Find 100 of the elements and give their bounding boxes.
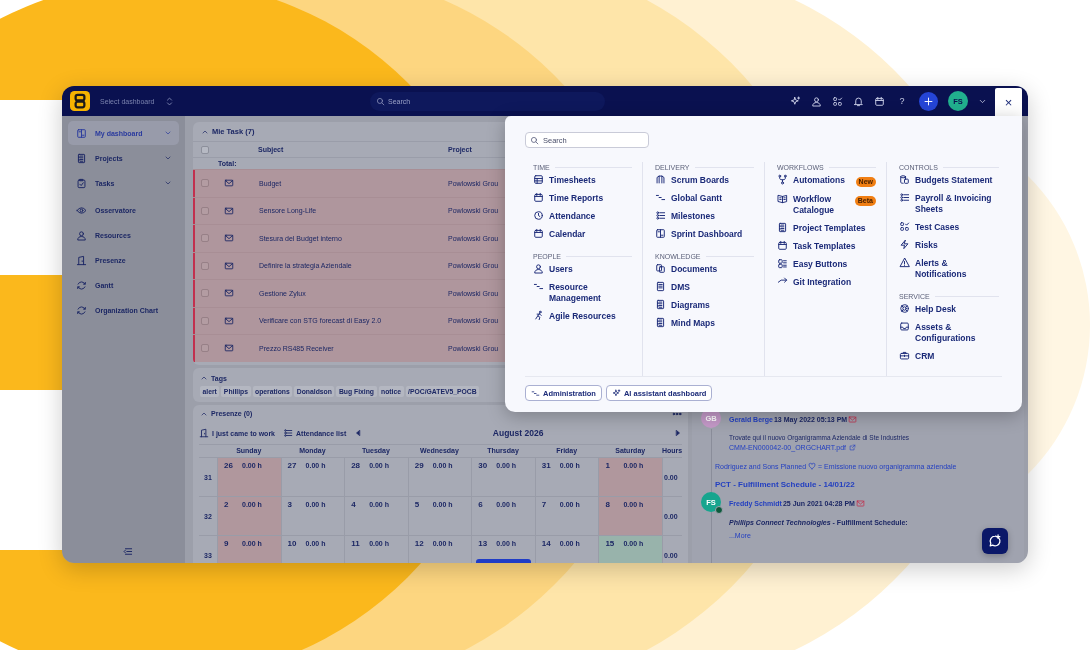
user-icon xyxy=(533,263,544,274)
day-number: 31 xyxy=(541,461,552,470)
logo-icon[interactable] xyxy=(70,91,90,111)
menu-item[interactable]: Documents xyxy=(655,264,754,275)
day-number: 9 xyxy=(224,539,230,548)
menu-item[interactable]: Global Gantt xyxy=(655,193,754,204)
menu-item[interactable]: Test Cases xyxy=(899,222,999,233)
dashboard-icon xyxy=(76,127,87,139)
mail-icon xyxy=(224,343,234,354)
mail-icon xyxy=(224,233,234,244)
mail-icon xyxy=(224,205,234,216)
sparkle-icon xyxy=(611,388,621,398)
outline-icon xyxy=(655,299,666,310)
calendar-icon[interactable] xyxy=(874,95,885,107)
menu-item[interactable]: Agile Resources xyxy=(533,311,632,322)
menu-item[interactable]: Attendance xyxy=(533,211,632,222)
menu-item[interactable]: Project Templates xyxy=(777,223,876,234)
day-number: 8 xyxy=(605,500,611,509)
menu-item[interactable]: Payroll & Invoicing Sheets xyxy=(899,193,999,215)
user-icon[interactable] xyxy=(811,95,822,107)
menu-item[interactable]: Git Integration xyxy=(777,277,876,288)
menu-item[interactable]: Budgets Statement xyxy=(899,175,999,186)
mail-icon xyxy=(224,315,234,326)
clock-icon xyxy=(533,210,544,221)
menu-item[interactable]: Mind Maps xyxy=(655,318,754,329)
checkbox[interactable] xyxy=(201,316,209,325)
tray-icon xyxy=(899,321,910,332)
day-number: 14 xyxy=(541,539,552,548)
lifebuoy-icon xyxy=(899,303,910,314)
chat-button[interactable] xyxy=(982,528,1008,554)
coins-icon xyxy=(899,174,910,185)
menu-item[interactable]: Risks xyxy=(899,240,999,251)
menu-item[interactable]: Users xyxy=(533,264,632,275)
door-icon xyxy=(76,254,87,266)
menu-item[interactable]: Resource Management xyxy=(533,282,632,304)
mail-icon xyxy=(855,499,865,508)
month-title: August 2026 xyxy=(491,428,545,438)
branch-icon xyxy=(777,174,788,185)
grid-icon xyxy=(777,258,788,269)
refresh-icon xyxy=(76,304,87,316)
bolt-icon xyxy=(899,239,910,250)
search-icon xyxy=(530,135,539,145)
day-number: 26 xyxy=(224,461,234,470)
board-icon xyxy=(655,174,666,185)
sparkle-icon[interactable] xyxy=(790,95,801,107)
outline-icon xyxy=(655,317,666,328)
menu-item[interactable]: Calendar xyxy=(533,229,632,240)
menu-item[interactable]: Task Templates xyxy=(777,241,876,252)
menu-item[interactable]: Help Desk xyxy=(899,304,999,315)
collapse-icon[interactable] xyxy=(122,546,133,557)
checkbox[interactable] xyxy=(201,261,209,270)
day-number: 4 xyxy=(351,500,357,509)
heart-icon xyxy=(808,462,817,470)
day-number: 6 xyxy=(478,500,484,509)
close-button[interactable]: × xyxy=(995,88,1022,116)
day-number: 11 xyxy=(351,539,361,548)
previous-icon[interactable] xyxy=(354,429,363,437)
outline-icon xyxy=(777,222,788,233)
menu-item[interactable]: Sprint Dashboard xyxy=(655,229,754,240)
menu-item[interactable]: Assets & Configurations xyxy=(899,322,999,344)
checkbox[interactable] xyxy=(201,179,209,188)
checkbox[interactable] xyxy=(201,145,209,154)
menu-item[interactable]: CRM xyxy=(899,351,999,362)
menu-item[interactable]: Timesheets xyxy=(533,175,632,186)
day-number: 15 xyxy=(605,539,616,548)
notification-icon[interactable] xyxy=(853,95,864,107)
day-number: 28 xyxy=(351,461,362,470)
search-icon xyxy=(376,96,385,106)
table-icon xyxy=(533,174,544,185)
menu-item[interactable]: DMS xyxy=(655,282,754,293)
documents-icon xyxy=(655,263,666,274)
list-icon xyxy=(655,210,666,221)
collapse-icon[interactable] xyxy=(200,374,208,382)
door-icon xyxy=(199,428,209,438)
menu-item[interactable]: Scrum Boards xyxy=(655,175,754,186)
help-icon[interactable]: ? xyxy=(895,96,909,106)
next-icon[interactable] xyxy=(674,429,682,437)
dashes-icon xyxy=(655,192,666,203)
menu-item[interactable]: Diagrams xyxy=(655,300,754,311)
checklist-icon[interactable] xyxy=(832,95,843,107)
day-number: 12 xyxy=(414,539,425,548)
book-icon xyxy=(777,193,788,204)
checkbox[interactable] xyxy=(201,344,209,353)
menu-item[interactable]: Easy Buttons xyxy=(777,259,876,270)
add-button[interactable] xyxy=(919,91,938,111)
day-number: 7 xyxy=(541,500,548,509)
day-number: 3 xyxy=(287,500,293,509)
menu-item[interactable]: Milestones xyxy=(655,211,754,222)
menu-item[interactable]: Alerts & Notifications xyxy=(899,258,999,280)
day-number: 5 xyxy=(414,500,421,509)
checkbox[interactable] xyxy=(201,206,209,215)
checkbox[interactable] xyxy=(201,234,209,243)
warning-icon xyxy=(899,257,910,268)
menu-item[interactable]: Time Reports xyxy=(533,193,632,204)
external-link-icon[interactable] xyxy=(849,444,856,451)
mail-icon xyxy=(224,288,234,299)
plus-icon xyxy=(923,95,934,107)
day-number: 30 xyxy=(478,461,489,470)
list-icon xyxy=(899,192,910,203)
checkbox[interactable] xyxy=(201,289,209,298)
